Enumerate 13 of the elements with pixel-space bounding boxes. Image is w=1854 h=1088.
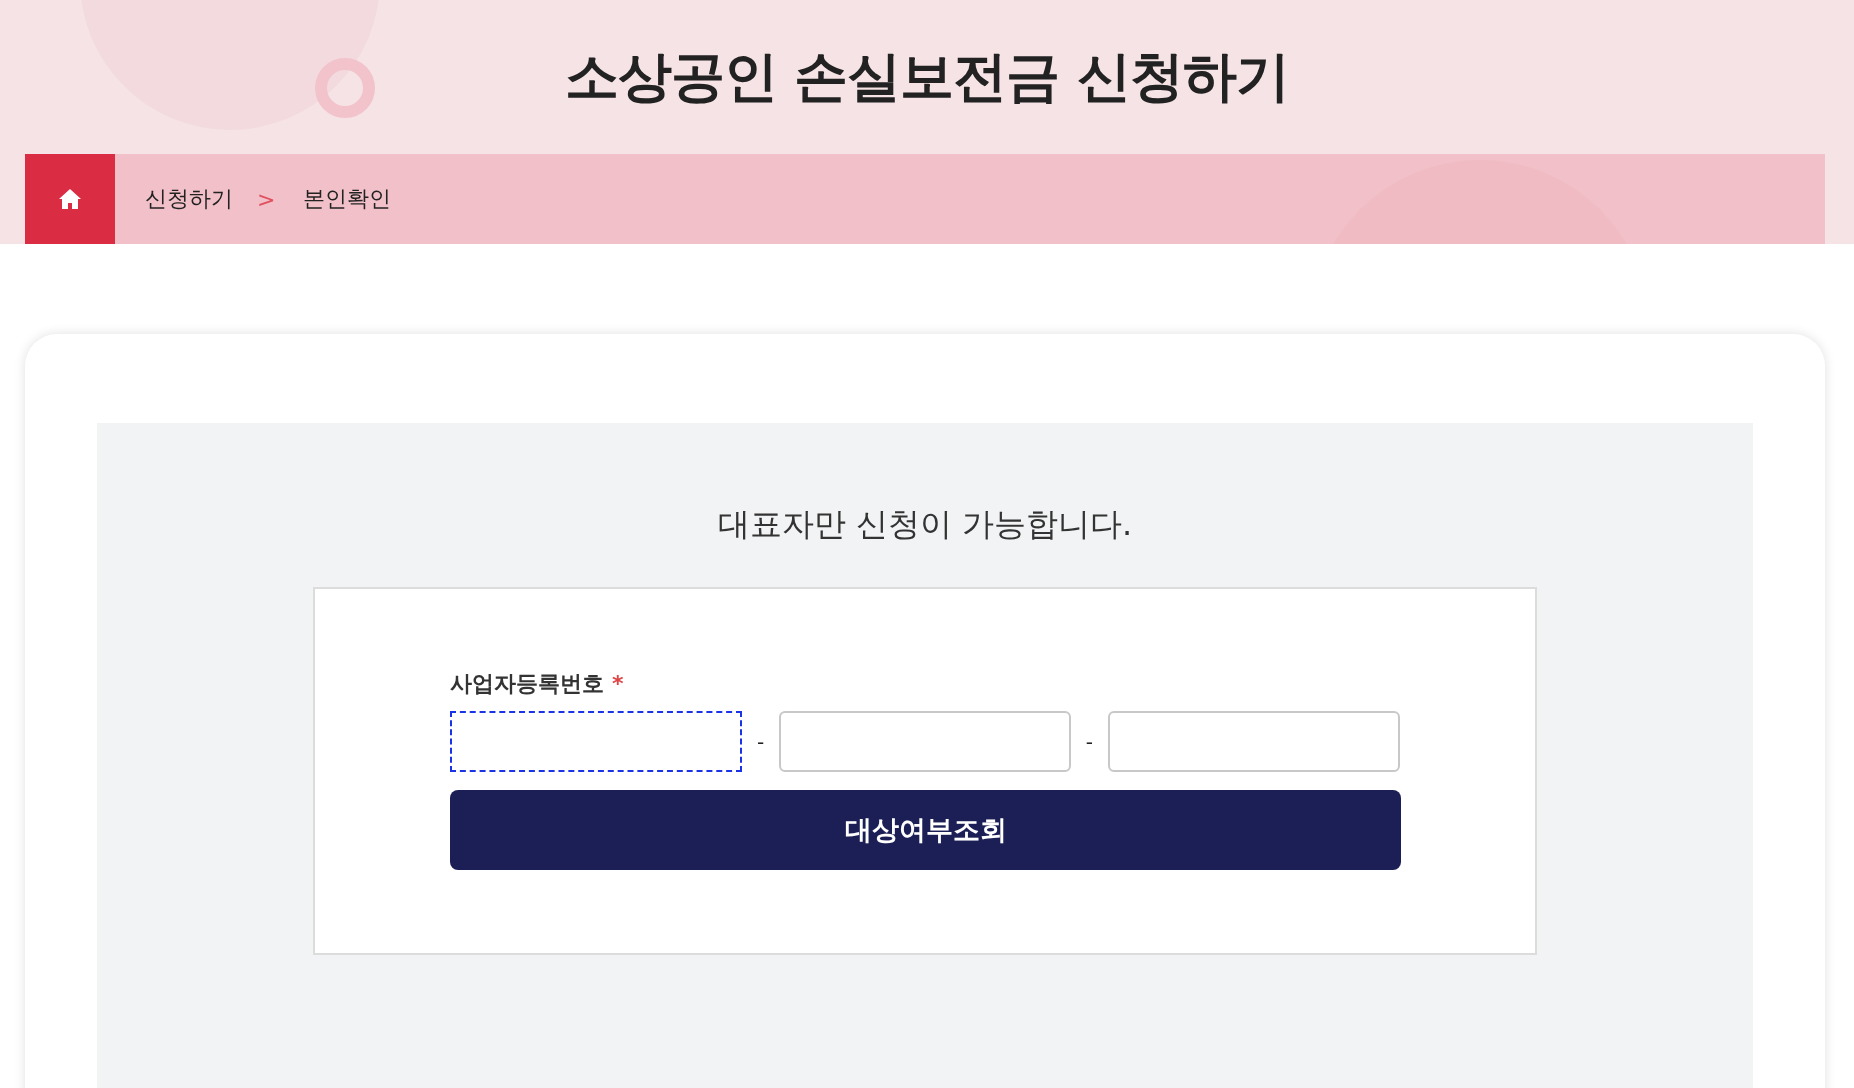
page-title: 소상공인 손실보전금 신청하기: [563, 43, 1291, 110]
required-mark: *: [612, 671, 624, 696]
home-icon: [58, 188, 82, 210]
home-button[interactable]: [25, 154, 115, 244]
notice-text: 대표자만 신청이 가능합니다.: [717, 504, 1133, 545]
breadcrumb-link[interactable]: 본인확인: [303, 184, 392, 214]
separator-dash: -: [756, 729, 766, 754]
field-label: 사업자등록번호: [450, 671, 604, 696]
search-button[interactable]: 대상여부조회: [450, 790, 1401, 870]
breadcrumb-link[interactable]: 신청하기: [145, 184, 233, 214]
breadcrumb-separator: >: [257, 186, 276, 212]
input-field[interactable]: [450, 711, 743, 772]
separator-dash: -: [1084, 729, 1094, 754]
